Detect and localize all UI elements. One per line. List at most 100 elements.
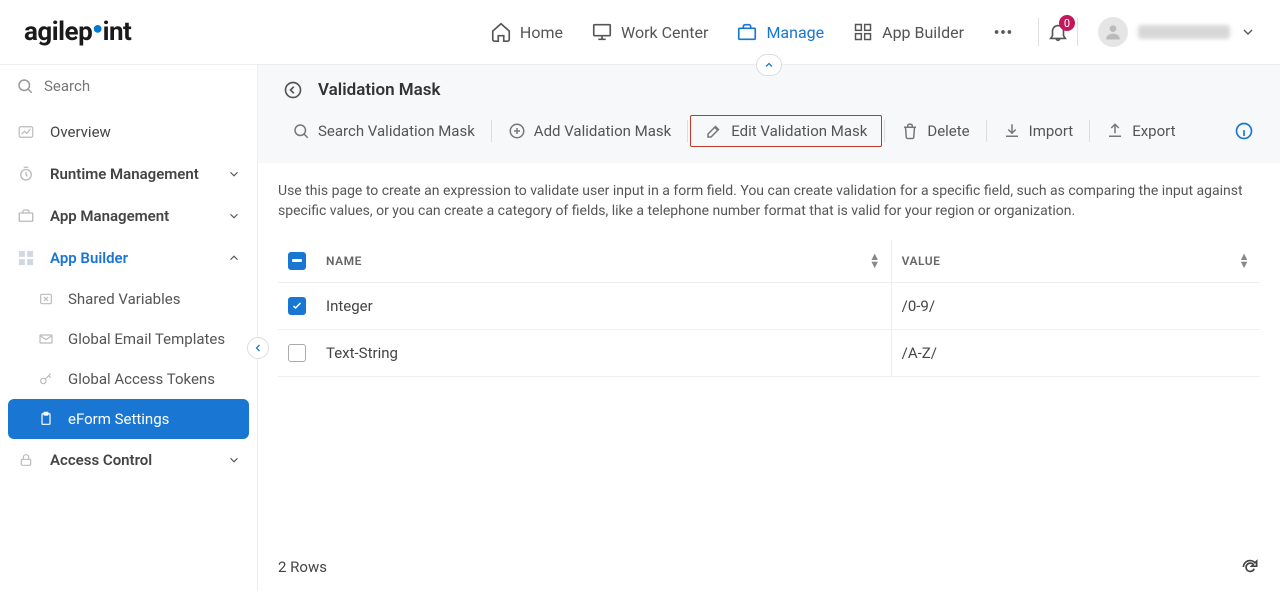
sidebar-item-access-control[interactable]: Access Control xyxy=(0,439,257,481)
username xyxy=(1138,25,1230,39)
sidebar-item-overview[interactable]: Overview xyxy=(0,111,257,153)
row-checkbox[interactable] xyxy=(288,344,306,362)
add-validation-mask-button[interactable]: Add Validation Mask xyxy=(494,116,685,146)
notifications-button[interactable]: 0 xyxy=(1047,21,1069,43)
toolbar: Search Validation Mask Add Validation Ma… xyxy=(258,109,1280,157)
separator xyxy=(884,120,885,142)
upload-icon xyxy=(1106,122,1124,140)
sidebar-sub-shared-variables[interactable]: Shared Variables xyxy=(0,279,257,319)
toolbar-import-label: Import xyxy=(1029,122,1074,140)
sidebar-item-runtime-management[interactable]: Runtime Management xyxy=(0,153,257,195)
sidebar-sub-global-access-tokens[interactable]: Global Access Tokens xyxy=(0,359,257,399)
nav-appbuilder-label: App Builder xyxy=(882,23,964,42)
clipboard-icon xyxy=(36,411,56,427)
info-button[interactable] xyxy=(1220,115,1260,147)
export-button[interactable]: Export xyxy=(1092,116,1189,146)
download-icon xyxy=(1003,122,1021,140)
key-icon xyxy=(36,371,56,387)
toolbar-search-placeholder: Search Validation Mask xyxy=(318,122,475,140)
row-count: 2 Rows xyxy=(278,558,327,576)
nav-manage-label: Manage xyxy=(766,23,824,42)
chevron-down-icon xyxy=(227,167,241,181)
cell-name: Text-String xyxy=(326,344,398,362)
refresh-button[interactable] xyxy=(1240,557,1260,577)
nav-manage[interactable]: Manage xyxy=(736,21,824,43)
separator xyxy=(687,120,688,142)
toolbox-icon xyxy=(736,21,758,43)
nav-home-label: Home xyxy=(520,23,563,42)
separator xyxy=(986,120,987,142)
sidebar-sub-label: Shared Variables xyxy=(68,290,180,308)
table-row[interactable]: Text-String /A-Z/ xyxy=(278,329,1260,376)
column-name-header[interactable]: NAME xyxy=(326,254,362,268)
cell-name: Integer xyxy=(326,297,373,315)
content-card: Use this page to create an expression to… xyxy=(258,163,1280,591)
user-menu[interactable] xyxy=(1086,17,1256,47)
notifications-badge: 0 xyxy=(1059,15,1075,31)
monitor-icon xyxy=(591,21,613,43)
variable-icon xyxy=(36,291,56,307)
sidebar-item-label: App Management xyxy=(50,207,169,225)
header-collapse-button[interactable] xyxy=(756,54,782,76)
nav-workcenter[interactable]: Work Center xyxy=(591,21,708,43)
sidebar-item-label: Runtime Management xyxy=(50,165,199,183)
logo: agilep●int xyxy=(24,17,131,47)
back-button[interactable] xyxy=(282,79,304,101)
sidebar-item-app-builder[interactable]: App Builder xyxy=(0,237,257,279)
edit-validation-mask-button[interactable]: Edit Validation Mask xyxy=(690,115,882,147)
sidebar-sub-label: Global Access Tokens xyxy=(68,370,215,388)
sidebar-item-app-management[interactable]: App Management xyxy=(0,195,257,237)
sidebar-sub-global-email-templates[interactable]: Global Email Templates xyxy=(0,319,257,359)
sidebar: Search Overview Runtime Management xyxy=(0,65,258,591)
sidebar-sub-label: Global Email Templates xyxy=(68,330,225,348)
plus-circle-icon xyxy=(508,122,526,140)
separator xyxy=(1038,18,1039,46)
toolbar-search[interactable]: Search Validation Mask xyxy=(278,116,489,146)
sidebar-item-label: App Builder xyxy=(50,249,128,267)
sort-icon[interactable]: ▲▼ xyxy=(869,253,880,269)
chevron-up-icon xyxy=(227,251,241,265)
search-icon xyxy=(292,122,310,140)
separator xyxy=(1077,18,1078,46)
toolbar-export-label: Export xyxy=(1132,122,1175,140)
home-icon xyxy=(490,21,512,43)
row-checkbox[interactable] xyxy=(288,297,306,315)
toolbar-edit-label: Edit Validation Mask xyxy=(731,122,867,140)
import-button[interactable]: Import xyxy=(989,116,1088,146)
nav-appbuilder[interactable]: App Builder xyxy=(852,21,964,43)
sort-icon[interactable]: ▲▼ xyxy=(1239,253,1250,269)
sidebar-sub-label: eForm Settings xyxy=(68,410,169,428)
nav-more[interactable] xyxy=(992,21,1014,43)
cell-value: /A-Z/ xyxy=(902,344,937,362)
briefcase-icon xyxy=(16,207,36,225)
avatar xyxy=(1098,17,1128,47)
edit-icon xyxy=(705,122,723,140)
search-icon xyxy=(16,77,34,95)
info-icon xyxy=(1234,121,1254,141)
nav-workcenter-label: Work Center xyxy=(621,23,708,42)
separator xyxy=(1089,120,1090,142)
sidebar-search[interactable]: Search xyxy=(0,65,257,107)
chevron-down-icon xyxy=(227,209,241,223)
trash-icon xyxy=(901,122,919,140)
select-all-checkbox[interactable] xyxy=(288,252,306,270)
lock-icon xyxy=(16,452,36,468)
top-nav: Home Work Center Manage App Builder xyxy=(490,21,1014,43)
grid-icon xyxy=(852,21,874,43)
cell-value: /0-9/ xyxy=(902,297,935,315)
chevron-down-icon xyxy=(227,453,241,467)
column-value-header[interactable]: VALUE xyxy=(902,254,941,268)
page-description: Use this page to create an expression to… xyxy=(278,181,1260,222)
app-header: agilep●int Home Work Center Manage App B… xyxy=(0,0,1280,64)
sidebar-item-label: Overview xyxy=(50,123,111,141)
chevron-down-icon xyxy=(1240,24,1256,40)
sidebar-sub-eform-settings[interactable]: eForm Settings xyxy=(8,399,249,439)
separator xyxy=(491,120,492,142)
delete-button[interactable]: Delete xyxy=(887,116,983,146)
clock-icon xyxy=(16,165,36,183)
page-title: Validation Mask xyxy=(318,80,441,100)
sidebar-collapse-button[interactable] xyxy=(247,337,269,359)
main-content: Validation Mask Search Validation Mask A… xyxy=(258,65,1280,591)
table-row[interactable]: Integer /0-9/ xyxy=(278,282,1260,329)
nav-home[interactable]: Home xyxy=(490,21,563,43)
